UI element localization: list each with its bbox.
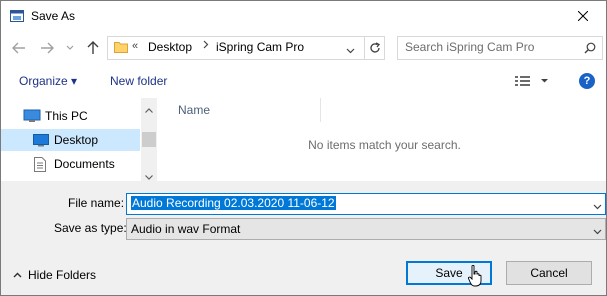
folder-icon [114,41,128,56]
address-dropdown-icon[interactable] [346,43,355,57]
pc-icon [23,109,41,126]
save-as-type-label: Save as type: [54,221,127,235]
close-icon [578,11,588,21]
file-name-label: File name: [68,196,125,210]
empty-message: No items match your search. [308,138,461,152]
scroll-thumb[interactable] [142,132,156,147]
recent-locations-button[interactable] [63,37,77,59]
file-list[interactable]: Name No items match your search. [157,98,606,181]
arrow-up-icon [87,41,99,54]
chevron-down-icon [66,45,74,50]
search-box[interactable]: Search iSpring Cam Pro [397,36,603,60]
file-name-input[interactable]: Audio Recording 02.03.2020 11-06-12 [126,193,606,215]
breadcrumb-current[interactable]: iSpring Cam Pro [216,40,304,54]
refresh-button[interactable] [364,37,385,59]
breadcrumb-separator-icon[interactable] [203,40,209,52]
cancel-button[interactable]: Cancel [506,261,592,285]
command-bar: Organize ▾ New folder ? [1,65,606,97]
nav-item-label: Desktop [54,133,99,147]
window-title: Save As [31,9,76,23]
chevron-down-icon[interactable] [593,224,602,238]
nav-item-label: Documents [54,157,115,171]
chevron-up-icon [13,272,22,278]
nav-item-desktop[interactable]: Desktop [1,129,140,151]
hide-folders-button[interactable]: Hide Folders [13,268,96,282]
breadcrumb-desktop[interactable]: Desktop [148,40,192,54]
navigation-pane: This PC Desktop Documents [1,98,157,181]
title-bar: Save As [1,1,606,31]
file-name-value[interactable]: Audio Recording 02.03.2020 11-06-12 [131,196,336,210]
mouse-cursor-icon [467,264,482,290]
scroll-up-icon[interactable] [145,102,153,116]
address-bar[interactable]: « Desktop iSpring Cam Pro [107,36,385,60]
column-divider[interactable] [320,98,321,122]
new-folder-button[interactable]: New folder [110,74,167,88]
save-as-type-value: Audio in wav Format [131,222,241,236]
hide-folders-label: Hide Folders [28,268,97,282]
app-icon [10,9,24,23]
arrow-left-icon [12,42,25,54]
desktop-icon [33,133,49,150]
column-header-name[interactable]: Name [178,103,210,117]
nav-scrollbar[interactable] [141,98,157,181]
nav-item-this-pc[interactable]: This PC [1,105,140,127]
search-icon[interactable] [584,42,596,57]
chevron-down-icon[interactable] [593,199,602,213]
refresh-icon [370,42,381,53]
view-options-icon[interactable] [514,74,550,91]
forward-button[interactable] [37,37,57,59]
close-button[interactable] [560,1,606,31]
nav-item-documents[interactable]: Documents [1,153,140,175]
documents-icon [33,157,47,175]
arrow-right-icon [41,42,54,54]
help-icon[interactable]: ? [579,73,595,89]
save-as-type-select[interactable]: Audio in wav Format [126,218,606,240]
organize-menu[interactable]: Organize ▾ [19,74,77,88]
search-placeholder[interactable]: Search iSpring Cam Pro [405,40,534,54]
back-button[interactable] [9,37,29,59]
save-as-dialog: Save As « Desktop iSpring Cam Pro Search… [0,0,607,296]
nav-item-label: This PC [45,109,88,123]
up-button[interactable] [83,37,103,59]
overflow-chevron[interactable]: « [132,40,138,52]
